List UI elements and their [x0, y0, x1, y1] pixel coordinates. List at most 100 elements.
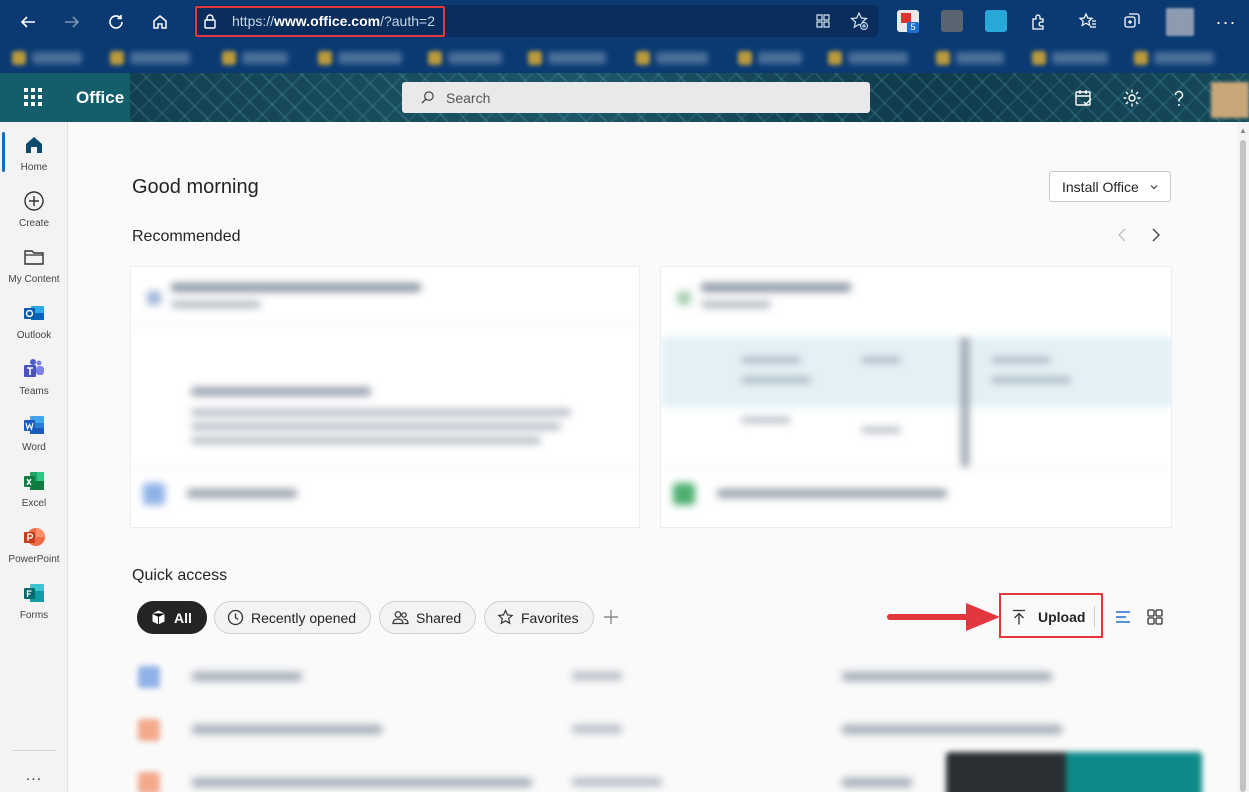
filter-favorites[interactable]: Favorites: [484, 601, 594, 634]
filter-all[interactable]: All: [137, 601, 207, 634]
filter-label: All: [174, 609, 192, 626]
settings-gear-icon[interactable]: [1121, 87, 1143, 109]
rail-item-excel[interactable]: Excel: [0, 462, 68, 514]
app-available-icon[interactable]: [813, 11, 833, 31]
rail-item-word[interactable]: Word: [0, 406, 68, 458]
bookmark-item[interactable]: [758, 52, 802, 64]
bookmark-item[interactable]: [848, 52, 908, 64]
filter-recently-opened[interactable]: Recently opened: [214, 601, 372, 634]
bookmark-item[interactable]: [130, 52, 190, 64]
rail-label: PowerPoint: [8, 554, 60, 565]
feedback-toast[interactable]: [946, 752, 1202, 792]
favorites-icon[interactable]: [1078, 11, 1098, 31]
account-avatar[interactable]: [1211, 82, 1249, 118]
rail-label: My Content: [8, 274, 60, 285]
browser-profile-avatar[interactable]: [1166, 8, 1194, 36]
rail-label: Home: [20, 162, 48, 173]
table-row[interactable]: [132, 705, 1208, 755]
chevron-left-icon[interactable]: [1114, 226, 1132, 244]
bookmark-icon[interactable]: [1134, 51, 1148, 65]
red-arrow-annotation: [887, 603, 1000, 631]
rail-more-apps-button[interactable]: ...: [20, 767, 48, 784]
calendar-check-icon[interactable]: [1073, 87, 1095, 109]
forward-button[interactable]: [58, 8, 86, 36]
add-filter-plus-icon[interactable]: [601, 607, 621, 627]
teams-icon: [24, 359, 44, 377]
add-favorite-icon[interactable]: [849, 11, 869, 31]
browser-menu-button[interactable]: ···: [1212, 8, 1240, 36]
upload-arrow-icon: [1013, 609, 1025, 625]
bookmark-icon[interactable]: [12, 51, 26, 65]
bookmark-icon[interactable]: [936, 51, 950, 65]
bookmark-item[interactable]: [1154, 52, 1214, 64]
bookmark-item[interactable]: [448, 52, 502, 64]
collections-icon[interactable]: [1122, 11, 1142, 31]
rail-item-powerpoint[interactable]: PowerPoint: [0, 518, 68, 570]
bookmark-item[interactable]: [656, 52, 708, 64]
office-home-link[interactable]: Office: [76, 88, 124, 108]
bookmark-icon[interactable]: [738, 51, 752, 65]
outlook-icon: [24, 306, 44, 320]
chevron-down-icon: [1150, 185, 1158, 190]
bookmark-icon[interactable]: [828, 51, 842, 65]
list-view-icon[interactable]: [1114, 608, 1132, 626]
extension-terminal-icon[interactable]: [941, 10, 963, 32]
quick-access-heading: Quick access: [132, 567, 228, 584]
bookmark-icon[interactable]: [528, 51, 542, 65]
back-button[interactable]: [14, 8, 42, 36]
home-icon: [26, 137, 42, 153]
bookmark-icon[interactable]: [1032, 51, 1046, 65]
bookmark-icon[interactable]: [318, 51, 332, 65]
bookmark-item[interactable]: [338, 52, 402, 64]
recommended-heading: Recommended: [132, 228, 241, 245]
refresh-button[interactable]: [102, 8, 130, 36]
toolbar-divider: [1094, 606, 1095, 628]
recommended-card[interactable]: [130, 266, 640, 528]
rail-item-my-content[interactable]: My Content: [0, 238, 68, 290]
filter-label: Favorites: [521, 609, 579, 626]
bookmark-item[interactable]: [242, 52, 288, 64]
extension-flag-icon[interactable]: 5: [897, 10, 919, 33]
row-blurred-content: [132, 652, 1208, 702]
rail-item-create[interactable]: Create: [0, 182, 68, 234]
search-input[interactable]: Search: [402, 82, 870, 113]
upload-button[interactable]: Upload: [1008, 602, 1096, 632]
forms-icon: [24, 584, 44, 602]
bookmark-item[interactable]: [956, 52, 1004, 64]
bookmark-item[interactable]: [548, 52, 606, 64]
home-browser-button[interactable]: [146, 8, 174, 36]
filter-shared[interactable]: Shared: [379, 601, 477, 634]
toast-action-area[interactable]: [1066, 752, 1202, 792]
bookmark-icon[interactable]: [636, 51, 650, 65]
bookmark-icon[interactable]: [222, 51, 236, 65]
cube-icon: [152, 610, 165, 625]
help-icon[interactable]: [1168, 87, 1190, 109]
app-launcher-icon[interactable]: [24, 88, 42, 106]
bookmark-icon[interactable]: [428, 51, 442, 65]
rail-item-teams[interactable]: Teams: [0, 350, 68, 402]
extensions-puzzle-icon[interactable]: [1029, 11, 1049, 31]
rail-item-outlook[interactable]: Outlook: [0, 294, 68, 346]
refresh-icon: [109, 15, 123, 29]
rail-item-home[interactable]: Home: [0, 126, 68, 178]
rail-label: Teams: [19, 386, 49, 397]
main-scrollbar[interactable]: ▲: [1237, 122, 1249, 792]
word-icon: [24, 416, 44, 434]
scroll-thumb[interactable]: [1240, 140, 1246, 792]
scroll-up-arrow-icon[interactable]: ▲: [1239, 126, 1247, 135]
grid-view-icon[interactable]: [1146, 608, 1164, 626]
bookmark-icon[interactable]: [110, 51, 124, 65]
table-row[interactable]: [132, 652, 1208, 702]
recommended-card[interactable]: [660, 266, 1172, 528]
main-content: Good morning Install Office Recommended: [68, 122, 1249, 792]
extension-cloud-icon[interactable]: [985, 10, 1007, 32]
rail-item-forms[interactable]: Forms: [0, 574, 68, 626]
filter-label: Recently opened: [251, 609, 357, 626]
row-blurred-content: [132, 705, 1208, 755]
bookmark-item[interactable]: [1052, 52, 1108, 64]
install-office-button[interactable]: Install Office: [1049, 171, 1171, 202]
bookmark-item[interactable]: [32, 52, 82, 64]
powerpoint-icon: [24, 528, 45, 546]
chevron-right-icon[interactable]: [1146, 226, 1164, 244]
browser-toolbar: https://www.office.com/?auth=2 5 ···: [0, 0, 1249, 44]
